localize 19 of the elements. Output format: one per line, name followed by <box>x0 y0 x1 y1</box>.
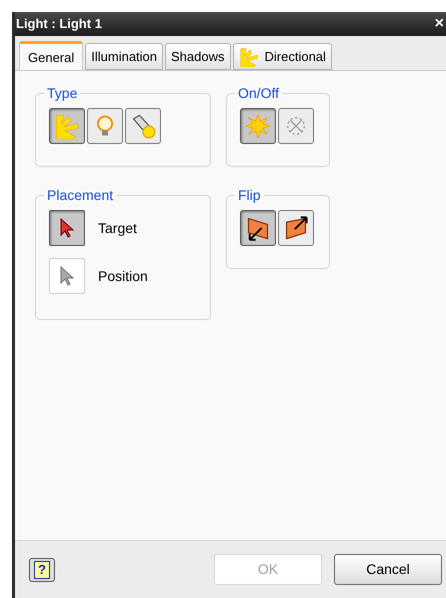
tab[interactable]: Shadows <box>165 43 230 70</box>
window-title: Light : Light 1 <box>15 15 102 34</box>
flip-up-icon <box>283 215 309 241</box>
icon-button[interactable] <box>278 210 314 246</box>
option-button[interactable] <box>49 210 85 246</box>
flip-down-icon <box>245 215 271 241</box>
close-button[interactable]: × <box>434 16 444 32</box>
sun-icon <box>245 113 271 139</box>
icon-button[interactable] <box>240 210 276 246</box>
option-label: Position <box>98 266 148 286</box>
sun-rays-icon <box>238 46 258 66</box>
help-button[interactable]: ? <box>29 558 55 582</box>
tab[interactable]: Illumination <box>85 43 164 70</box>
tab[interactable]: Directional <box>232 43 332 70</box>
sun-rays-icon <box>54 113 80 139</box>
dialog-button[interactable]: Cancel <box>334 554 442 585</box>
option-label: Target <box>98 218 137 238</box>
spotlight-icon <box>130 113 156 139</box>
tab[interactable]: General <box>19 41 84 71</box>
